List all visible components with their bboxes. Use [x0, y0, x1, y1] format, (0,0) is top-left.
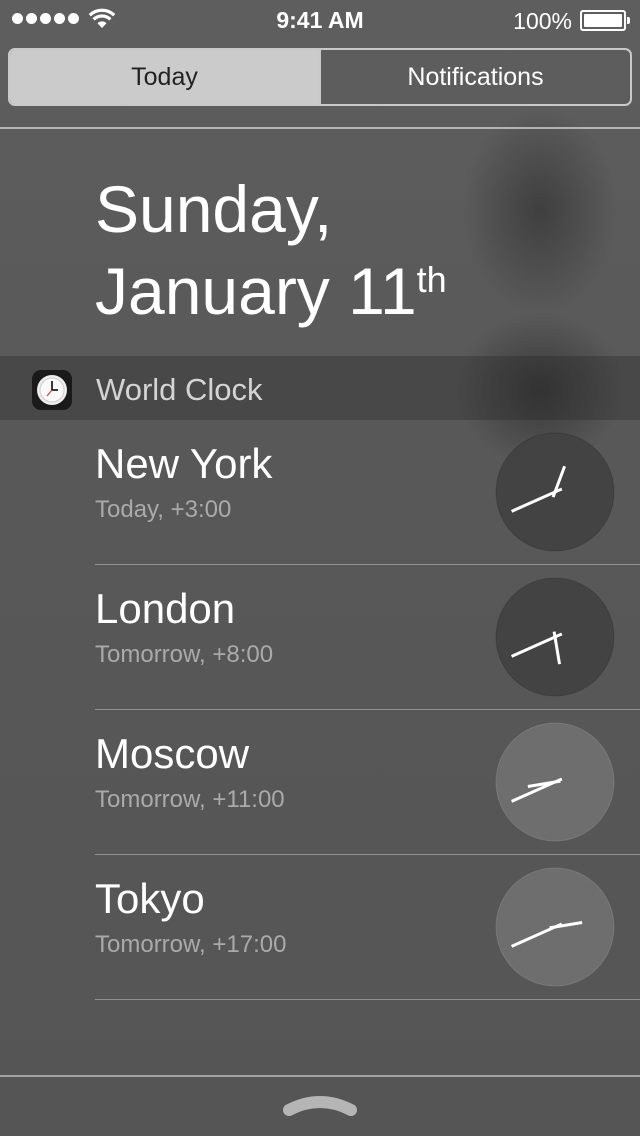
city-name: Tokyo	[95, 875, 205, 922]
city-time-offset: Today, +3:00	[95, 496, 232, 523]
analog-clock-icon	[495, 867, 615, 987]
city-name: New York	[95, 440, 273, 487]
tab-today[interactable]: Today	[10, 50, 319, 104]
city-row[interactable]: Tokyo Tomorrow, +17:00	[0, 855, 640, 1000]
status-bar: 9:41 AM 100%	[0, 0, 640, 40]
row-divider	[95, 999, 640, 1000]
analog-clock-icon	[495, 722, 615, 842]
world-clock-section-header[interactable]: World Clock	[0, 356, 640, 420]
today-notifications-segmented-control: Today Notifications	[8, 48, 632, 106]
tab-notifications[interactable]: Notifications	[319, 50, 630, 104]
city-time-offset: Tomorrow, +8:00	[95, 641, 274, 668]
date-weekday: Sunday,	[95, 172, 333, 246]
battery-percent: 100%	[513, 8, 572, 34]
city-name: Moscow	[95, 730, 250, 777]
city-row[interactable]: London Tomorrow, +8:00	[0, 565, 640, 710]
date-month-day-line: January 11th	[95, 250, 447, 343]
date-ordinal-suffix: th	[416, 259, 447, 300]
today-date: Sunday, January 11th	[95, 168, 447, 343]
divider	[0, 127, 640, 129]
bottom-divider	[0, 1075, 640, 1077]
city-name: London	[95, 585, 236, 632]
world-clock-title: World Clock	[96, 372, 263, 407]
battery-icon	[580, 10, 630, 31]
city-time-offset: Tomorrow, +17:00	[95, 931, 287, 958]
world-clock-app-icon	[32, 370, 72, 410]
date-month-day: January 11	[95, 254, 417, 328]
analog-clock-icon	[495, 432, 615, 552]
chevron-up-grabber-icon[interactable]	[283, 1090, 357, 1120]
city-time-offset: Tomorrow, +11:00	[95, 786, 285, 813]
city-row[interactable]: New York Today, +3:00	[0, 420, 640, 565]
analog-clock-icon	[495, 577, 615, 697]
city-row[interactable]: Moscow Tomorrow, +11:00	[0, 710, 640, 855]
